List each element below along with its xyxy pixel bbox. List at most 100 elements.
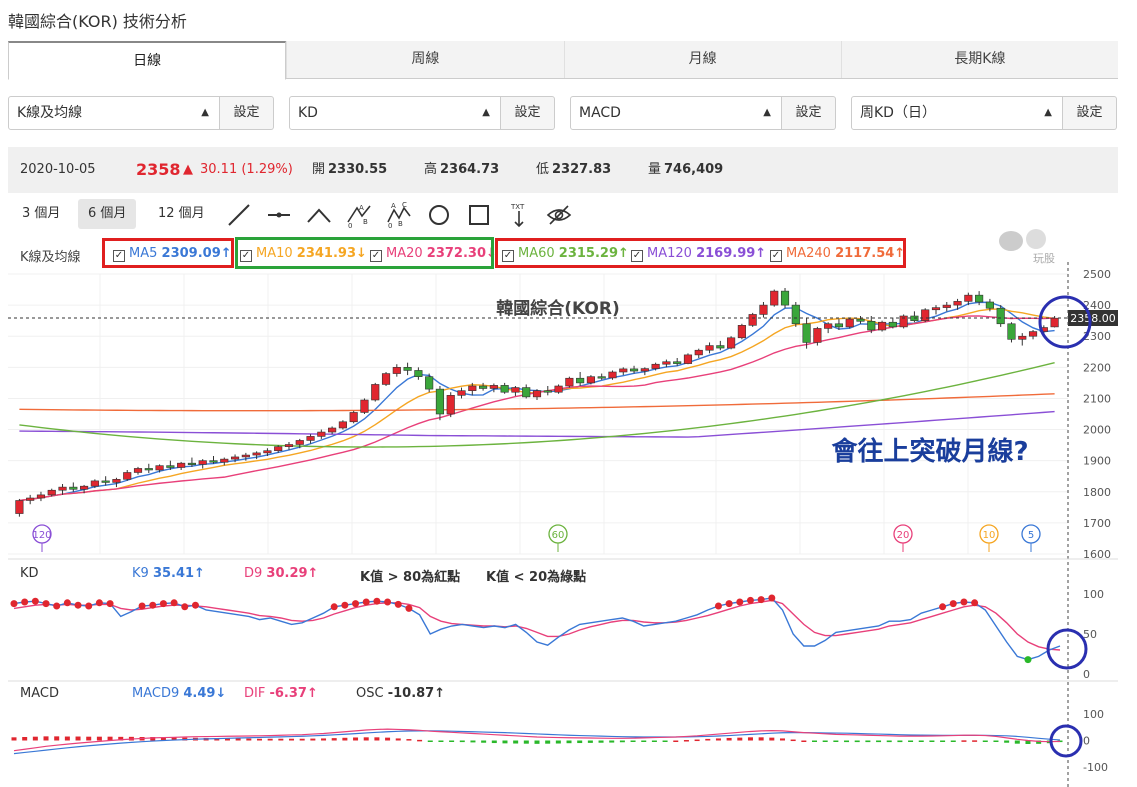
range-6m-button[interactable]: 6 個月 — [78, 199, 137, 229]
rect-tool-icon[interactable] — [466, 202, 492, 228]
sub2-indicator-select[interactable]: MACD ▲ — [570, 96, 782, 130]
candle-body — [964, 294, 973, 302]
osc-bar — [758, 737, 764, 741]
current-price-label: 2358.00 — [1070, 312, 1116, 325]
osc-bar — [769, 737, 775, 741]
kd-red-dot — [949, 600, 957, 608]
candle-body — [673, 361, 682, 364]
osc-bar — [961, 740, 967, 742]
abcd-pattern-icon[interactable]: A C 0 B — [386, 202, 412, 228]
candle-body — [284, 444, 294, 447]
osc-bar — [790, 739, 796, 742]
osc-bar — [235, 738, 241, 741]
candle-body — [446, 395, 455, 415]
candle-body — [328, 427, 337, 433]
candle-body — [392, 367, 401, 374]
abc-pattern-icon[interactable]: 0 AB — [346, 202, 372, 228]
y-tick-label: 1700 — [1083, 517, 1111, 530]
osc-bar — [267, 738, 273, 741]
candle-body — [177, 462, 186, 468]
candle-body — [414, 370, 423, 377]
svg-text:TXT: TXT — [510, 203, 525, 211]
osc-bar — [876, 740, 882, 743]
candle-body — [1007, 323, 1016, 340]
sub1-indicator-select[interactable]: KD ▲ — [289, 96, 501, 130]
candle-body — [532, 390, 542, 398]
select-arrow-icon: ▲ — [1044, 107, 1052, 118]
candle-body — [36, 494, 46, 499]
candle-body — [349, 412, 358, 423]
kd-red-dot — [362, 598, 370, 606]
kd-red-dot — [736, 598, 744, 606]
sub1-indicator-value: KD — [298, 105, 318, 121]
annotation-text: 會往上突破月線? — [831, 436, 1028, 467]
macd9-value: 4.49↓ — [183, 686, 227, 701]
sub2-indicator-settings-button[interactable]: 設定 — [782, 96, 836, 130]
candle-body — [565, 377, 574, 387]
candle-body — [511, 387, 520, 393]
tab-long-term[interactable]: 長期K線 — [840, 41, 1118, 78]
hide-drawings-icon[interactable] — [546, 202, 572, 228]
kd-y-tick: 50 — [1083, 628, 1097, 641]
osc-bar — [908, 740, 914, 742]
osc-bar — [278, 738, 284, 741]
candle-body — [80, 485, 89, 490]
osc-bar — [737, 737, 743, 741]
sub1-indicator-settings-button[interactable]: 設定 — [501, 96, 555, 130]
segment-tool-icon[interactable] — [266, 202, 292, 228]
candle-body — [15, 500, 24, 514]
volume-label: 量 — [648, 162, 662, 177]
main-indicator-select[interactable]: K線及均線 ▲ — [8, 96, 220, 130]
sub3-indicator-settings-button[interactable]: 設定 — [1063, 96, 1117, 130]
osc-bar — [726, 737, 732, 741]
line-tool-icon[interactable] — [226, 202, 252, 228]
candle-body — [608, 371, 617, 379]
tab-monthly[interactable]: 月線 — [563, 41, 841, 78]
osc-bar — [449, 740, 455, 742]
sub3-indicator-value: 周KD（日） — [860, 105, 936, 121]
kd-red-dot — [74, 601, 82, 609]
angle-tool-icon[interactable] — [306, 202, 332, 228]
text-tool-icon[interactable]: TXT — [506, 202, 532, 228]
ma60-line — [19, 361, 1055, 448]
candle-body — [931, 307, 941, 311]
candle-body — [295, 440, 304, 445]
osc-bar — [523, 740, 529, 744]
sub2-indicator-value: MACD — [579, 105, 621, 121]
osc-bar — [972, 740, 978, 742]
sub3-indicator-select[interactable]: 周KD（日） ▲ — [851, 96, 1063, 130]
circle-tool-icon[interactable] — [426, 202, 452, 228]
kd-red-dot — [170, 599, 178, 607]
candle-body — [554, 385, 563, 393]
candle-body — [975, 294, 984, 303]
osc-bar — [940, 740, 946, 742]
kd-legend: KD K9 35.41↑ D9 30.29↑ K值 > 80為紅點 K值 < 2… — [20, 566, 586, 585]
main-indicator-settings-button[interactable]: 設定 — [220, 96, 274, 130]
kd-red-dot — [352, 600, 360, 608]
y-tick-label: 2500 — [1083, 268, 1111, 281]
candle-body — [597, 376, 606, 379]
indicator-selectors: K線及均線 ▲ 設定 KD ▲ 設定 MACD ▲ 設定 周KD（日） ▲ 設定 — [8, 96, 1118, 130]
candle-body — [802, 323, 811, 343]
osc-bar — [662, 740, 668, 742]
osc-bar — [812, 740, 818, 742]
tab-weekly[interactable]: 周線 — [286, 41, 563, 78]
kd-red-dot — [960, 598, 968, 606]
technical-chart[interactable]: 2500240023002200210020001900180017001600… — [0, 262, 1137, 787]
osc-bar — [545, 740, 551, 744]
candle-body — [371, 384, 380, 401]
osc-bar — [865, 740, 871, 743]
range-12m-button[interactable]: 12 個月 — [148, 199, 215, 229]
tab-daily[interactable]: 日線 — [8, 41, 287, 80]
candle-body — [824, 323, 833, 329]
osc-bar — [22, 737, 28, 741]
candle-body — [619, 368, 628, 373]
candle-body — [90, 480, 99, 487]
osc-bar — [683, 740, 689, 742]
macd-legend: MACD MACD9 4.49↓ DIF -6.37↑ OSC -10.87↑ — [20, 686, 445, 701]
osc-bar — [747, 737, 753, 741]
osc-bar — [854, 740, 860, 743]
range-3m-button[interactable]: 3 個月 — [12, 199, 70, 229]
candle-body — [856, 318, 865, 322]
timeframe-tabs: 日線 周線 月線 長期K線 — [8, 41, 1118, 80]
